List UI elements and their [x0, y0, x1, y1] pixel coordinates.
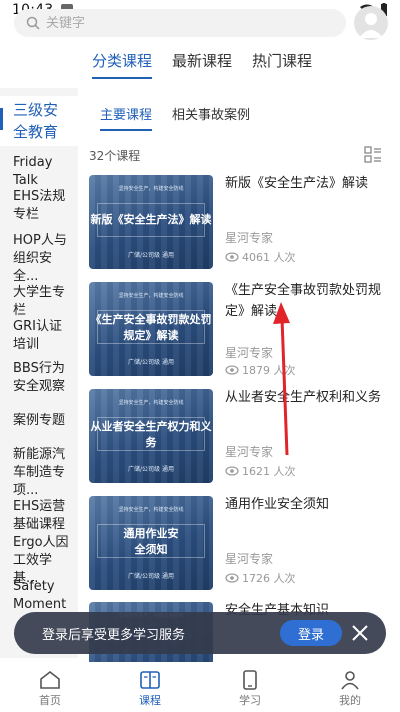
course-thumbnail: 坚持安全生产，构建安全防线 通用作业安全须知 广储/公司级 通用 — [89, 496, 213, 590]
nav-label: 首页 — [39, 694, 61, 707]
sidebar-item-label: 大学生专栏 — [13, 285, 66, 318]
thumbnail-footer: 广储/公司级 通用 — [128, 573, 174, 580]
course-card[interactable]: 坚持安全生产，构建安全防线 通用作业安全须知 广储/公司级 通用 通用作业安全须… — [89, 496, 389, 590]
thumbnail-title: 通用作业安全须知 — [123, 527, 179, 556]
list-layout-icon[interactable] — [364, 146, 382, 164]
nav-label: 我的 — [339, 694, 361, 707]
nav-mine[interactable]: 我的 — [300, 662, 400, 712]
course-thumbnail: 坚持安全生产，构建安全防线 《生产安全事故罚款处罚规定》解读 广储/公司级 通用 — [89, 282, 213, 376]
thumbnail-title: 《生产安全事故罚款处罚规定》解读 — [90, 313, 212, 342]
eye-icon — [225, 252, 239, 262]
sidebar-item-friday-talk[interactable]: Friday Talk — [0, 154, 78, 190]
search-icon — [26, 16, 40, 30]
course-card[interactable]: 坚持安全生产，构建安全防线 新版《安全生产法》解读 广储/公司级 通用 新版《安… — [89, 175, 389, 269]
eye-icon — [225, 573, 239, 583]
sub-tabs: 主要课程 相关事故案例 — [100, 104, 250, 131]
course-card[interactable]: 坚持安全生产，构建安全防线 从业者安全生产权力和义务 广储/公司级 通用 从业者… — [89, 389, 389, 483]
thumbnail-tag: 坚持安全生产，构建安全防线 — [118, 507, 184, 513]
course-view-count: 4061 人次 — [242, 251, 296, 264]
sidebar-item-label: Safety Moment — [13, 579, 67, 612]
nav-home[interactable]: 首页 — [0, 662, 100, 712]
nav-courses[interactable]: 课程 — [100, 662, 200, 712]
search-box[interactable] — [14, 9, 346, 37]
course-title: 《生产安全事故罚款处罚规定》解读 — [225, 283, 382, 319]
sidebar-item-ehs-ops[interactable]: EHS运营基础课程 — [0, 498, 78, 534]
tab-main-courses[interactable]: 主要课程 — [100, 104, 153, 131]
course-author: 星河专家 — [225, 445, 274, 459]
nav-label: 学习 — [239, 694, 261, 707]
sidebar-active-indicator — [0, 108, 3, 130]
sidebar-item-label: 三级安全教育 — [13, 101, 59, 141]
sidebar-item-label: Friday Talk — [13, 155, 53, 188]
sidebar-item-label: BBS行为安全观察 — [13, 361, 66, 394]
tab-accident-cases[interactable]: 相关事故案例 — [172, 104, 250, 131]
course-thumbnail: 坚持安全生产，构建安全防线 新版《安全生产法》解读 广储/公司级 通用 — [89, 175, 213, 269]
thumbnail-footer: 广储/公司级 通用 — [128, 466, 174, 473]
sidebar-item-label: 案例专题 — [13, 413, 66, 428]
login-banner-text: 登录后享受更多学习服务 — [42, 627, 186, 643]
course-title: 新版《安全生产法》解读 — [225, 176, 369, 191]
course-views: 1621 人次 — [225, 463, 296, 479]
sidebar-item-students[interactable]: 大学生专栏 — [0, 284, 78, 320]
course-card[interactable]: 坚持安全生产，构建安全防线 《生产安全事故罚款处罚规定》解读 广储/公司级 通用… — [89, 282, 389, 377]
course-thumbnail: 坚持安全生产，构建安全防线 从业者安全生产权力和义务 广储/公司级 通用 — [89, 389, 213, 483]
tab-category-courses[interactable]: 分类课程 — [92, 50, 153, 79]
thumbnail-title: 从业者安全生产权力和义务 — [90, 420, 212, 449]
tab-popular-courses[interactable]: 热门课程 — [252, 50, 312, 79]
thumbnail-footer: 广储/公司级 通用 — [128, 359, 174, 366]
sidebar-item-cases[interactable]: 案例专题 — [0, 412, 78, 430]
thumbnail-title: 新版《安全生产法》解读 — [90, 213, 212, 226]
sidebar-item-label: EHS法规专栏 — [13, 189, 66, 222]
course-author: 星河专家 — [225, 552, 274, 566]
sidebar-item-bbs[interactable]: BBS行为安全观察 — [0, 360, 78, 396]
search-input[interactable] — [46, 15, 296, 31]
sidebar-item-three-level-safety[interactable]: 三级安全教育 — [0, 96, 78, 146]
bottom-nav: 首页 课程 学习 我的 — [0, 662, 400, 712]
nav-study[interactable]: 学习 — [200, 662, 300, 712]
close-icon[interactable] — [350, 623, 370, 643]
tab-latest-courses[interactable]: 最新课程 — [172, 50, 232, 79]
avatar[interactable] — [354, 6, 388, 40]
sidebar-item-nev[interactable]: 新能源汽车制造专项... — [0, 446, 78, 500]
course-author: 星河专家 — [225, 231, 274, 245]
course-view-count: 1621 人次 — [242, 465, 296, 478]
category-sidebar: 三级安全教育 Friday Talk EHS法规专栏 HOP人与组织安全... … — [0, 88, 78, 658]
sidebar-item-gri[interactable]: GRI认证培训 — [0, 318, 78, 354]
thumbnail-tag: 坚持安全生产，构建安全防线 — [118, 400, 184, 406]
thumbnail-tag: 坚持安全生产，构建安全防线 — [118, 293, 184, 299]
annotation-arrow — [273, 302, 290, 456]
course-views: 4061 人次 — [225, 249, 296, 265]
thumbnail-tag: 坚持安全生产，构建安全防线 — [118, 186, 184, 192]
sidebar-item-label: 新能源汽车制造专项... — [13, 447, 66, 498]
course-title: 从业者安全生产权利和义务 — [225, 390, 382, 405]
sidebar-item-ehs-regulations[interactable]: EHS法规专栏 — [0, 188, 78, 224]
eye-icon — [225, 466, 239, 476]
login-button[interactable]: 登录 — [280, 620, 342, 646]
nav-label: 课程 — [139, 694, 161, 707]
person-icon — [341, 671, 359, 690]
course-title: 通用作业安全须知 — [225, 497, 330, 512]
book-icon — [140, 671, 160, 689]
home-icon — [40, 670, 60, 689]
tablet-icon — [243, 670, 257, 690]
user-avatar-icon — [359, 13, 383, 38]
sidebar-item-label: EHS运营基础课程 — [13, 499, 66, 532]
thumbnail-footer: 广储/公司级 通用 — [128, 252, 174, 259]
course-views: 1726 人次 — [225, 570, 296, 586]
course-author: 星河专家 — [225, 346, 274, 360]
sidebar-item-label: HOP人与组织安全... — [13, 233, 67, 284]
sidebar-item-safety-moment[interactable]: Safety Moment — [0, 578, 78, 614]
eye-icon — [225, 365, 239, 375]
sidebar-item-label: GRI认证培训 — [13, 319, 62, 352]
main-tabs: 分类课程 最新课程 热门课程 — [92, 50, 312, 79]
sidebar-item-hop[interactable]: HOP人与组织安全... — [0, 232, 78, 286]
login-banner: 登录后享受更多学习服务 登录 — [14, 612, 386, 654]
course-view-count: 1726 人次 — [242, 572, 296, 585]
course-count: 32个课程 — [89, 149, 141, 163]
